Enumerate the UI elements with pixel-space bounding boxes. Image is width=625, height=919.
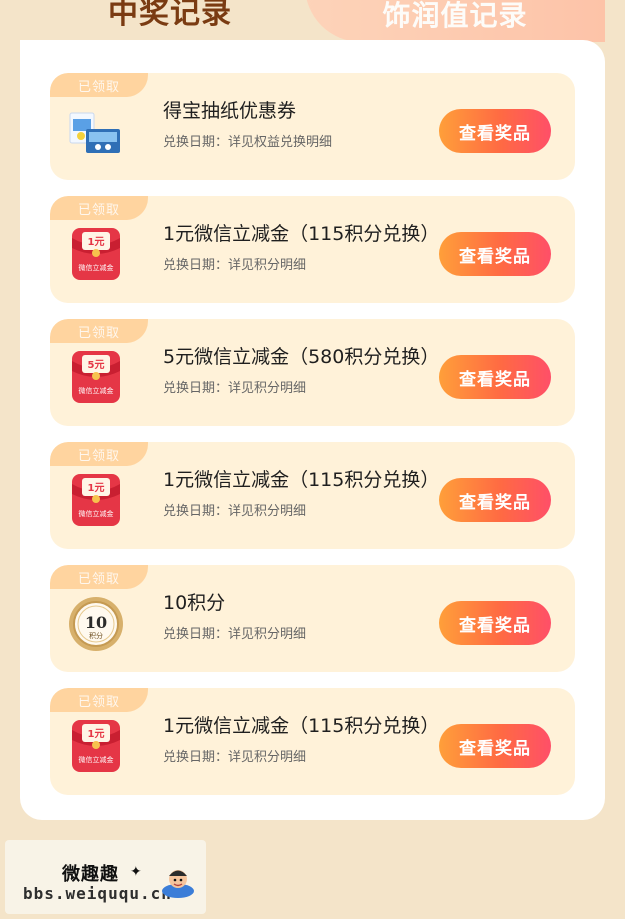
envelope-amount: 1元 (88, 728, 105, 740)
envelope-amount: 1元 (88, 482, 105, 494)
page: 中奖记录 饰润值记录 已领取 得宝抽纸优惠券 兑换日期：详见权益兑换明细 查看奖… (0, 0, 625, 919)
mascot-icon (162, 870, 194, 898)
view-prize-button[interactable]: 查看奖品 (439, 601, 551, 645)
claimed-badge: 已领取 (50, 73, 148, 97)
record-title: 得宝抽纸优惠券 (163, 100, 297, 122)
record-date: 兑换日期：详见积分明细 (163, 750, 307, 765)
record-title: 5元微信立减金（580积分兑换） (163, 346, 440, 368)
record-title: 10积分 (163, 592, 226, 614)
points-coin-icon: 10 积分 (69, 597, 123, 651)
record-card: 已领取 得宝抽纸优惠券 兑换日期：详见权益兑换明细 查看奖品 (50, 73, 575, 180)
envelope-label: 微信立减金 (79, 509, 114, 518)
record-card: 已领取 5元 微信立减金 5元微信立减金（580积分兑换） 兑换日期：详见积分明… (50, 319, 575, 426)
record-card: 已领取 1元 微信立减金 1元微信立减金（115积分兑换） 兑换日期：详见积分明… (50, 196, 575, 303)
record-title: 1元微信立减金（115积分兑换） (163, 715, 440, 737)
record-card: 已领取 10 积分 10积分 兑换日期：详见积分明细 查看奖品 (50, 565, 575, 672)
record-date: 兑换日期：详见积分明细 (163, 504, 307, 519)
watermark: 微趣趣 ✦ bbs.weiququ.cn (5, 840, 206, 914)
view-prize-button[interactable]: 查看奖品 (439, 478, 551, 522)
claimed-badge: 已领取 (50, 688, 148, 712)
claimed-badge: 已领取 (50, 442, 148, 466)
coin-value: 10 (85, 613, 107, 632)
red-envelope-icon: 1元 微信立减金 (72, 228, 120, 280)
record-date: 兑换日期：详见积分明细 (163, 258, 307, 273)
envelope-label: 微信立减金 (79, 263, 114, 272)
claimed-badge: 已领取 (50, 319, 148, 343)
tab-winning-records[interactable]: 中奖记录 (20, 0, 320, 40)
record-card: 已领取 1元 微信立减金 1元微信立减金（115积分兑换） 兑换日期：详见积分明… (50, 688, 575, 795)
record-card: 已领取 1元 微信立减金 1元微信立减金（115积分兑换） 兑换日期：详见积分明… (50, 442, 575, 549)
record-date: 兑换日期：详见积分明细 (163, 381, 307, 396)
red-envelope-icon: 1元 微信立减金 (72, 474, 120, 526)
claimed-badge: 已领取 (50, 196, 148, 220)
red-envelope-icon: 1元 微信立减金 (72, 720, 120, 772)
record-title: 1元微信立减金（115积分兑换） (163, 223, 440, 245)
watermark-title: 微趣趣 (62, 864, 119, 885)
sparkle-icon: ✦ (130, 864, 142, 880)
envelope-amount: 5元 (88, 359, 105, 371)
tissue-box-icon (69, 112, 120, 153)
record-list: 已领取 得宝抽纸优惠券 兑换日期：详见权益兑换明细 查看奖品 已领取 1元 微信… (50, 73, 575, 795)
record-date: 兑换日期：详见积分明细 (163, 627, 307, 642)
record-date: 兑换日期：详见权益兑换明细 (163, 135, 333, 150)
claimed-badge: 已领取 (50, 565, 148, 589)
view-prize-button[interactable]: 查看奖品 (439, 355, 551, 399)
envelope-amount: 1元 (88, 236, 105, 248)
envelope-label: 微信立减金 (79, 755, 114, 764)
red-envelope-icon: 5元 微信立减金 (72, 351, 120, 403)
tab-points-records[interactable]: 饰润值记录 (305, 0, 605, 42)
watermark-url: bbs.weiququ.cn (23, 884, 172, 903)
coin-label: 积分 (89, 631, 103, 640)
record-title: 1元微信立减金（115积分兑换） (163, 469, 440, 491)
view-prize-button[interactable]: 查看奖品 (439, 724, 551, 768)
view-prize-button[interactable]: 查看奖品 (439, 109, 551, 153)
view-prize-button[interactable]: 查看奖品 (439, 232, 551, 276)
envelope-label: 微信立减金 (79, 386, 114, 395)
